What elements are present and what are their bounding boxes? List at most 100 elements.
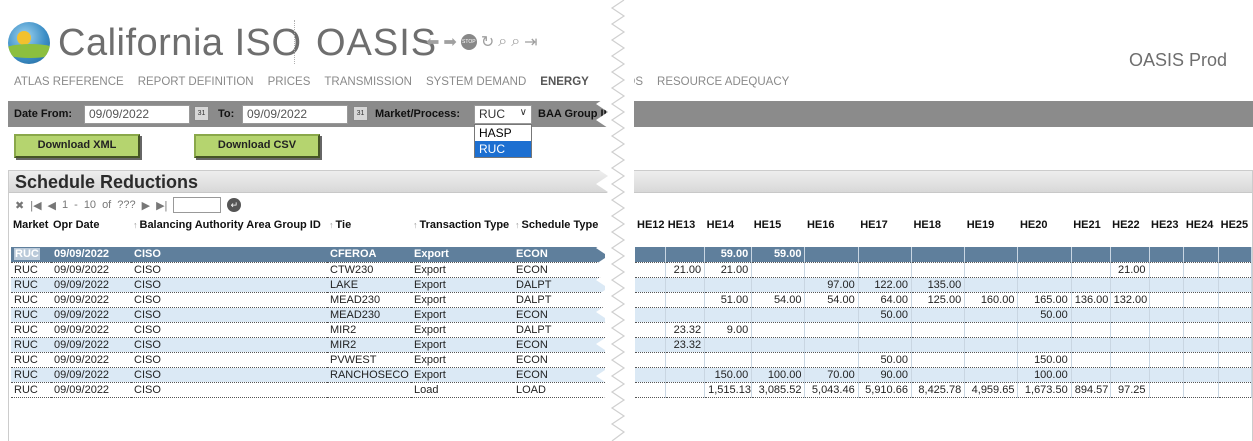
- table-row[interactable]: 59.00 59.00: [635, 247, 1252, 263]
- cell-he24: [1183, 352, 1220, 368]
- table-row[interactable]: RUC 09/09/2022 CISO MEAD230 Export DALPT: [11, 292, 605, 308]
- table-row[interactable]: RUC 09/09/2022 CISO PVWEST Export ECON: [11, 352, 605, 368]
- cell-he13: 21.00: [665, 262, 706, 278]
- cell-tie: MIR2: [327, 337, 411, 353]
- col-header-he19[interactable]: HE19: [965, 220, 1018, 247]
- table-row[interactable]: RUC 09/09/2022 CISO MEAD230 Export ECON: [11, 307, 605, 323]
- col-header-he23[interactable]: HE23: [1149, 220, 1184, 247]
- prev-page-icon[interactable]: ◀: [48, 199, 56, 212]
- col-header-he20[interactable]: HE20: [1018, 220, 1071, 247]
- cell-he14: [704, 277, 753, 293]
- table-row[interactable]: RUC 09/09/2022 CISO RANCHOSECO Export ECON: [11, 367, 605, 383]
- cell-market: RUC: [11, 307, 51, 323]
- cell-transaction-type: Export: [411, 247, 513, 263]
- download-csv-button[interactable]: Download CSV: [194, 134, 320, 158]
- cell-tie: MEAD230: [327, 307, 411, 323]
- cell-opr-date: 09/09/2022: [51, 277, 131, 293]
- table-row[interactable]: 21.00 21.00 21.00: [635, 262, 1252, 278]
- nav-atlas-reference[interactable]: ATLAS REFERENCE: [14, 76, 124, 88]
- cell-he19: [964, 247, 1019, 263]
- last-page-icon[interactable]: ▶|: [156, 199, 167, 212]
- date-from-input[interactable]: 09/09/2022: [84, 105, 190, 124]
- refresh-icon[interactable]: ↻: [481, 32, 494, 52]
- sort-icon: ↑: [133, 220, 138, 230]
- col-header-transaction-type[interactable]: ↑ Transaction Type: [411, 220, 513, 247]
- nav-prices[interactable]: PRICES: [268, 76, 311, 88]
- col-header-he16[interactable]: HE16: [805, 220, 858, 247]
- dropdown-option-ruc[interactable]: RUC: [475, 141, 531, 157]
- col-header-schedule-type[interactable]: ↑ Schedule Type: [513, 220, 605, 247]
- cell-he20: 165.00: [1017, 292, 1072, 308]
- dropdown-option-hasp[interactable]: HASP: [475, 125, 531, 141]
- table-row[interactable]: RUC 09/09/2022 CISO Load LOAD: [11, 382, 605, 398]
- forward-arrow-icon[interactable]: ➡: [443, 32, 456, 52]
- table-row[interactable]: 51.00 54.00 54.00 64.00 125.00 160.00 165.00 13…: [635, 292, 1252, 308]
- back-arrow-icon[interactable]: ⬅: [426, 32, 439, 52]
- page-number-input[interactable]: [173, 197, 222, 213]
- nav-system-demand[interactable]: SYSTEM DEMAND: [426, 76, 526, 88]
- download-xml-button[interactable]: Download XML: [14, 134, 140, 158]
- go-page-icon[interactable]: ↵: [227, 198, 242, 212]
- table-row[interactable]: 50.00 150.00: [635, 352, 1252, 368]
- table-row[interactable]: 150.00 100.00 70.00 90.00 100.00: [635, 367, 1252, 383]
- cell-opr-date: 09/09/2022: [51, 367, 131, 383]
- cell-he18: [911, 322, 966, 338]
- table-row[interactable]: RUC 09/09/2022 CISO CTW230 Export ECON: [11, 262, 605, 278]
- col-header-he17[interactable]: HE17: [858, 220, 911, 247]
- stop-icon[interactable]: STOP: [460, 34, 477, 50]
- table-row[interactable]: RUC 09/09/2022 CISO LAKE Export DALPT: [11, 277, 605, 293]
- col-header-baa-group[interactable]: ↑ Balancing Authority Area Group ID: [131, 220, 327, 247]
- col-header-he15[interactable]: HE15: [752, 220, 805, 247]
- first-page-icon[interactable]: |◀: [30, 199, 41, 212]
- zoom-in-icon[interactable]: ⌕: [498, 33, 507, 51]
- col-header-opr-date[interactable]: Opr Date: [51, 220, 131, 247]
- table-row[interactable]: 1,515.13 3,085.52 5,043.46 5,910.66 8,425.78…: [635, 382, 1252, 398]
- date-to-input[interactable]: 09/09/2022: [242, 105, 348, 124]
- col-header-tie[interactable]: ↑ Tie: [327, 220, 411, 247]
- cell-he16: [804, 247, 859, 263]
- california-iso-logo: [8, 22, 50, 64]
- nav-resource-adequacy[interactable]: RESOURCE ADEQUACY: [657, 76, 789, 88]
- date-to-calendar-icon[interactable]: 31: [353, 106, 368, 121]
- cell-he17: [858, 337, 912, 353]
- table-row[interactable]: RUC 09/09/2022 CISO MIR2 Export DALPT: [11, 322, 605, 338]
- nav-energy[interactable]: ENERGY: [540, 76, 589, 88]
- cell-he15: 59.00: [751, 247, 806, 263]
- table-row[interactable]: RUC 09/09/2022 CISO CFEROA Export ECON: [11, 247, 605, 263]
- col-header-market[interactable]: Market: [11, 220, 51, 247]
- table-row[interactable]: 97.00 122.00 135.00: [635, 277, 1252, 293]
- table-row[interactable]: 23.32 9.00: [635, 322, 1252, 338]
- table-row[interactable]: 50.00 50.00: [635, 307, 1252, 323]
- cell-opr-date: 09/09/2022: [51, 247, 131, 263]
- market-process-select[interactable]: RUC ∨: [474, 105, 532, 124]
- date-from-calendar-icon[interactable]: 31: [194, 106, 209, 121]
- clear-filter-icon[interactable]: ✖: [15, 199, 24, 212]
- cell-he22: 132.00: [1110, 292, 1150, 308]
- cell-baa: CISO: [131, 292, 327, 308]
- cell-he25: [1218, 322, 1252, 338]
- cell-he21: [1071, 262, 1111, 278]
- col-header-he13[interactable]: HE13: [666, 220, 705, 247]
- cell-he12: [635, 262, 667, 278]
- col-header-he14[interactable]: HE14: [705, 220, 752, 247]
- col-header-he12[interactable]: HE12: [635, 220, 666, 247]
- nav-transmission[interactable]: TRANSMISSION: [324, 76, 412, 88]
- next-page-icon[interactable]: ▶: [142, 199, 150, 212]
- cell-opr-date: 09/09/2022: [51, 292, 131, 308]
- col-header-he18[interactable]: HE18: [911, 220, 964, 247]
- nav-report-definition[interactable]: REPORT DEFINITION: [138, 76, 254, 88]
- cell-market: RUC: [11, 262, 51, 278]
- col-header-he25[interactable]: HE25: [1219, 220, 1252, 247]
- cell-he17: [858, 322, 912, 338]
- brand-divider: [294, 20, 295, 64]
- logout-icon[interactable]: ⇥: [524, 32, 537, 52]
- col-header-he21[interactable]: HE21: [1071, 220, 1110, 247]
- table-row[interactable]: 23.32: [635, 337, 1252, 353]
- col-header-he22[interactable]: HE22: [1110, 220, 1149, 247]
- cell-he22: [1110, 367, 1150, 383]
- table-row[interactable]: RUC 09/09/2022 CISO MIR2 Export ECON: [11, 337, 605, 353]
- cell-he25: [1218, 247, 1252, 263]
- cell-he15: [751, 262, 806, 278]
- zoom-out-icon[interactable]: ⌕: [511, 33, 520, 51]
- col-header-he24[interactable]: HE24: [1184, 220, 1219, 247]
